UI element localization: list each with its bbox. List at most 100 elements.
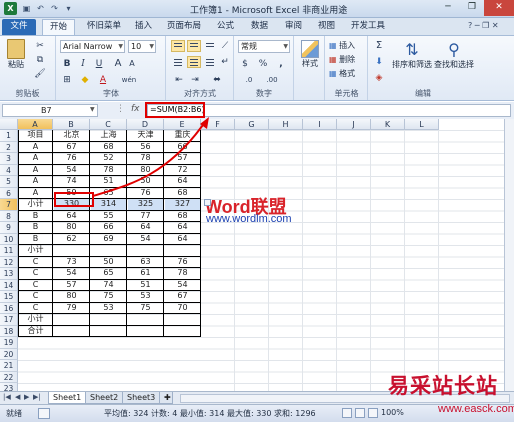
cell-C22[interactable] xyxy=(91,372,126,383)
increase-decimal-button[interactable]: .0 xyxy=(241,74,257,86)
cell-D17[interactable] xyxy=(128,314,163,325)
cell-C15[interactable]: 75 xyxy=(91,291,126,302)
align-bottom-icon[interactable] xyxy=(203,40,217,52)
cell-A22[interactable] xyxy=(19,372,52,383)
cell-E1[interactable]: 重庆 xyxy=(165,130,200,141)
cut-icon[interactable]: ✂ xyxy=(34,40,46,52)
column-header[interactable]: D xyxy=(127,119,164,130)
cell-B3[interactable]: 76 xyxy=(54,153,89,164)
row-header[interactable]: 16 xyxy=(0,302,18,314)
grow-font-icon[interactable]: A xyxy=(112,58,124,70)
restore-icon[interactable]: ❐ xyxy=(460,0,484,16)
cell-E4[interactable]: 72 xyxy=(165,165,200,176)
cell-C12[interactable]: 50 xyxy=(91,257,126,268)
cell-E13[interactable]: 78 xyxy=(165,268,200,279)
tab-insert[interactable]: 插入 xyxy=(128,19,159,35)
cell-C4[interactable]: 78 xyxy=(91,165,126,176)
column-header[interactable]: L xyxy=(405,119,439,130)
cell-B14[interactable]: 57 xyxy=(54,280,89,291)
cell-A2[interactable]: A xyxy=(19,142,52,153)
worksheet-grid[interactable]: A B C D E F G H I J K L 1 项目 北京 上海 天津 重庆 2 A 67 68 56 66 3 A 76 52 7… xyxy=(0,119,514,391)
cell-D1[interactable]: 天津 xyxy=(128,130,163,141)
cell-D21[interactable] xyxy=(128,360,163,371)
column-header[interactable]: I xyxy=(303,119,337,130)
clear-icon[interactable]: ◈ xyxy=(373,72,385,84)
zoom-level[interactable]: 100% xyxy=(381,408,404,417)
prev-sheet-icon[interactable]: ◀ xyxy=(15,393,20,401)
first-sheet-icon[interactable]: |◀ xyxy=(3,393,11,401)
cell-D2[interactable]: 56 xyxy=(128,142,163,153)
cell-B19[interactable] xyxy=(54,337,89,348)
align-left-icon[interactable] xyxy=(171,56,185,68)
row-header[interactable]: 19 xyxy=(0,337,18,349)
cell-C17[interactable] xyxy=(91,314,126,325)
cell-E16[interactable]: 70 xyxy=(165,303,200,314)
cell-C23[interactable] xyxy=(91,383,126,391)
cell-B15[interactable]: 80 xyxy=(54,291,89,302)
cell-E18[interactable] xyxy=(165,326,200,337)
row-header[interactable]: 15 xyxy=(0,291,18,303)
help-icon[interactable]: ? ─ ❐ ✕ xyxy=(468,21,499,30)
vertical-scrollbar[interactable] xyxy=(504,119,514,391)
cell-E8[interactable]: 68 xyxy=(165,211,200,222)
cell-E15[interactable]: 67 xyxy=(165,291,200,302)
cell-B9[interactable]: 80 xyxy=(54,222,89,233)
cell-D22[interactable] xyxy=(128,372,163,383)
column-header[interactable]: J xyxy=(337,119,371,130)
shrink-font-icon[interactable]: A xyxy=(126,58,138,70)
cell-A8[interactable]: B xyxy=(19,211,52,222)
cell-D16[interactable]: 75 xyxy=(128,303,163,314)
tab-home[interactable]: 开始 xyxy=(42,19,76,35)
increase-indent-icon[interactable]: ⇥ xyxy=(189,74,201,86)
cell-B10[interactable]: 62 xyxy=(54,234,89,245)
cell-A15[interactable]: C xyxy=(19,291,52,302)
cell-D18[interactable] xyxy=(128,326,163,337)
cell-C6[interactable]: 65 xyxy=(91,188,126,199)
cell-E20[interactable] xyxy=(165,349,200,360)
sheet-tab-sheet2[interactable]: Sheet2 xyxy=(85,392,124,404)
cell-C18[interactable] xyxy=(91,326,126,337)
cell-A3[interactable]: A xyxy=(19,153,52,164)
cell-E23[interactable] xyxy=(165,383,200,391)
align-middle-icon[interactable] xyxy=(187,40,201,52)
minimize-icon[interactable]: ─ xyxy=(436,0,460,16)
cell-E6[interactable]: 68 xyxy=(165,188,200,199)
cell-B6[interactable]: 59 xyxy=(54,188,89,199)
cell-A9[interactable]: B xyxy=(19,222,52,233)
column-header[interactable]: E xyxy=(164,119,201,130)
orientation-icon[interactable]: ⟋ xyxy=(219,40,231,52)
cell-C13[interactable]: 65 xyxy=(91,268,126,279)
row-header[interactable]: 22 xyxy=(0,371,18,383)
cell-E19[interactable] xyxy=(165,337,200,348)
column-header[interactable]: G xyxy=(235,119,269,130)
borders-icon[interactable]: ⊞ xyxy=(61,74,73,86)
percent-button[interactable]: % xyxy=(257,58,269,70)
tab-data[interactable]: 数据 xyxy=(244,19,275,35)
cell-B7[interactable]: 330 xyxy=(54,199,89,210)
column-header[interactable]: K xyxy=(371,119,405,130)
cell-E21[interactable] xyxy=(165,360,200,371)
tab-file[interactable]: 文件 xyxy=(2,19,36,35)
cell-C3[interactable]: 52 xyxy=(91,153,126,164)
cell-A21[interactable] xyxy=(19,360,52,371)
cell-A14[interactable]: C xyxy=(19,280,52,291)
cell-A7[interactable]: 小计 xyxy=(19,199,52,210)
cell-C7[interactable]: 314 xyxy=(91,199,126,210)
cell-C5[interactable]: 51 xyxy=(91,176,126,187)
insert-sheet-icon[interactable]: ✚ xyxy=(159,392,173,404)
cell-D10[interactable]: 54 xyxy=(128,234,163,245)
delete-cells-button[interactable]: ▦ 删除 xyxy=(329,54,355,65)
cell-E10[interactable]: 64 xyxy=(165,234,200,245)
excel-app-icon[interactable]: X xyxy=(4,2,17,15)
row-header[interactable]: 13 xyxy=(0,268,18,280)
row-header[interactable]: 11 xyxy=(0,245,18,257)
tab-classic-menu[interactable]: 怀旧菜单 xyxy=(80,19,128,35)
cell-E2[interactable]: 66 xyxy=(165,142,200,153)
customize-qat-icon[interactable]: ▾ xyxy=(63,3,74,14)
font-name-select[interactable]: Arial Narrow ▼ xyxy=(60,40,125,53)
column-header[interactable]: F xyxy=(201,119,235,130)
chevron-down-icon[interactable]: ▼ xyxy=(90,106,95,113)
cell-E14[interactable]: 54 xyxy=(165,280,200,291)
cell-E3[interactable]: 57 xyxy=(165,153,200,164)
italic-button[interactable]: I xyxy=(77,58,89,70)
